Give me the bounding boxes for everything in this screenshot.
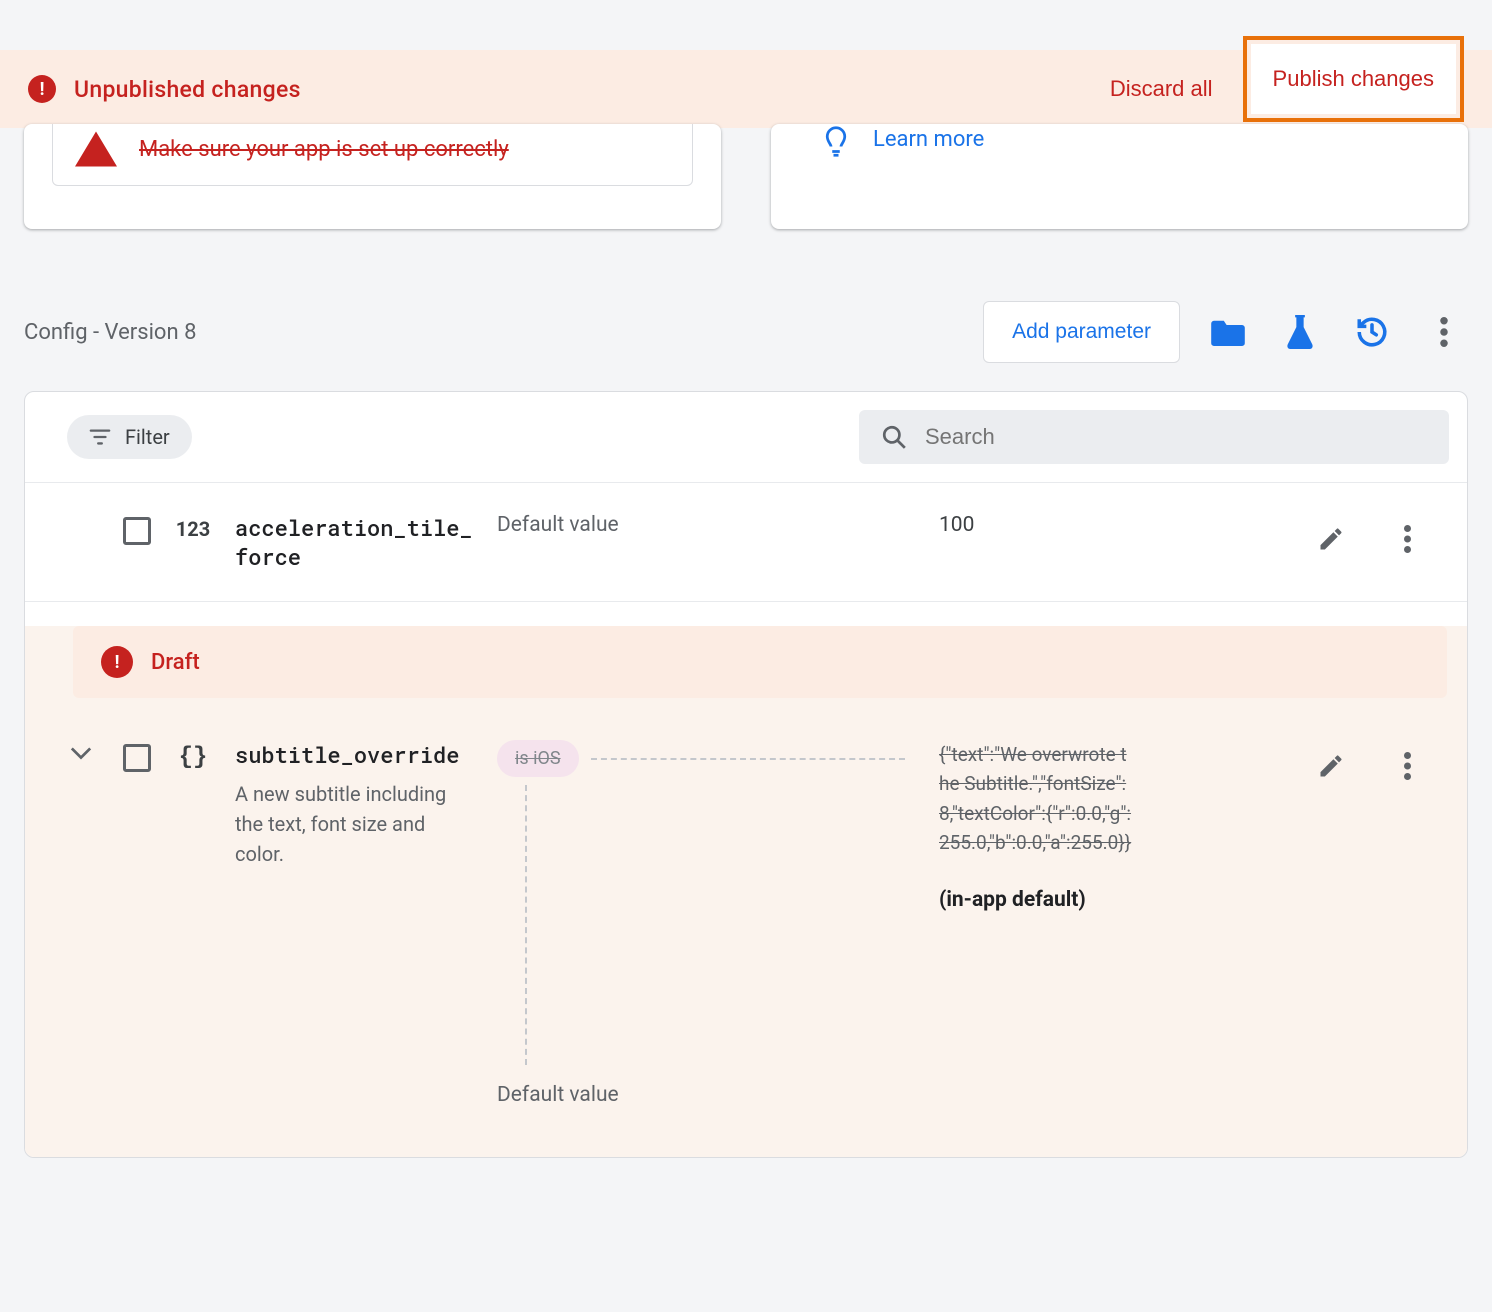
learn-more-link[interactable]: Learn more <box>873 127 984 152</box>
row-more-icon[interactable] <box>1383 515 1431 563</box>
edit-icon[interactable] <box>1307 742 1355 790</box>
search-input[interactable] <box>925 424 1427 450</box>
row-checkbox[interactable] <box>123 517 151 545</box>
alert-icon: ! <box>28 75 56 103</box>
lightbulb-icon <box>821 124 851 158</box>
param-value: 100 <box>939 513 974 537</box>
in-app-default-value: (in-app default) <box>939 888 1134 912</box>
number-type-icon: 123 <box>173 513 213 541</box>
connector-line <box>591 758 905 760</box>
search-icon <box>881 424 907 450</box>
more-vert-icon[interactable] <box>1420 308 1468 356</box>
param-row: 123 acceleration_tile_force Default valu… <box>25 483 1467 602</box>
draft-param-row: {} subtitle_override A new subtitle incl… <box>25 710 1467 1137</box>
filter-icon <box>89 428 111 446</box>
chevron-down-icon[interactable] <box>70 746 92 760</box>
default-value-label: Default value <box>497 513 619 537</box>
alert-icon: ! <box>101 646 133 678</box>
edit-icon[interactable] <box>1307 515 1355 563</box>
filter-label: Filter <box>125 425 170 449</box>
folder-icon[interactable] <box>1204 308 1252 356</box>
row-more-icon[interactable] <box>1383 742 1431 790</box>
default-value-label: Default value <box>497 1083 619 1107</box>
setup-text: Make sure your app is set up correctly <box>139 137 509 162</box>
publish-changes-button[interactable]: Publish changes <box>1251 44 1456 114</box>
connector-line-vertical <box>525 785 527 1065</box>
param-description: A new subtitle including the text, font … <box>235 779 475 869</box>
param-name: acceleration_tile_force <box>235 513 475 571</box>
draft-banner: ! Draft <box>73 626 1447 698</box>
discard-all-button[interactable]: Discard all <box>1090 62 1233 116</box>
setup-card: Make sure your app is set up correctly <box>24 124 721 229</box>
draft-label: Draft <box>151 650 200 675</box>
condition-value-strike: {"text":"We overwrote the Subtitle.","fo… <box>939 740 1134 858</box>
experiment-flask-icon[interactable] <box>1276 308 1324 356</box>
filter-chip[interactable]: Filter <box>67 415 192 459</box>
warning-triangle-icon <box>75 131 117 167</box>
add-parameter-button[interactable]: Add parameter <box>983 301 1180 363</box>
config-version-label: Config - Version 8 <box>24 320 196 345</box>
config-panel: Filter 123 acceleration_tile_force Defau… <box>24 391 1468 1158</box>
json-type-icon: {} <box>173 740 213 771</box>
banner-title: Unpublished changes <box>74 76 301 103</box>
param-name: subtitle_override <box>235 740 475 769</box>
unpublished-changes-banner: ! Unpublished changes Discard all Publis… <box>0 50 1492 128</box>
learn-card: Learn more <box>771 124 1468 229</box>
draft-section: ! Draft {} subtitle_override A new subti… <box>25 626 1467 1157</box>
row-checkbox[interactable] <box>123 744 151 772</box>
search-box[interactable] <box>859 410 1449 464</box>
publish-highlight-box: Publish changes <box>1243 36 1464 122</box>
history-icon[interactable] <box>1348 308 1396 356</box>
condition-chip: is iOS <box>497 740 579 777</box>
